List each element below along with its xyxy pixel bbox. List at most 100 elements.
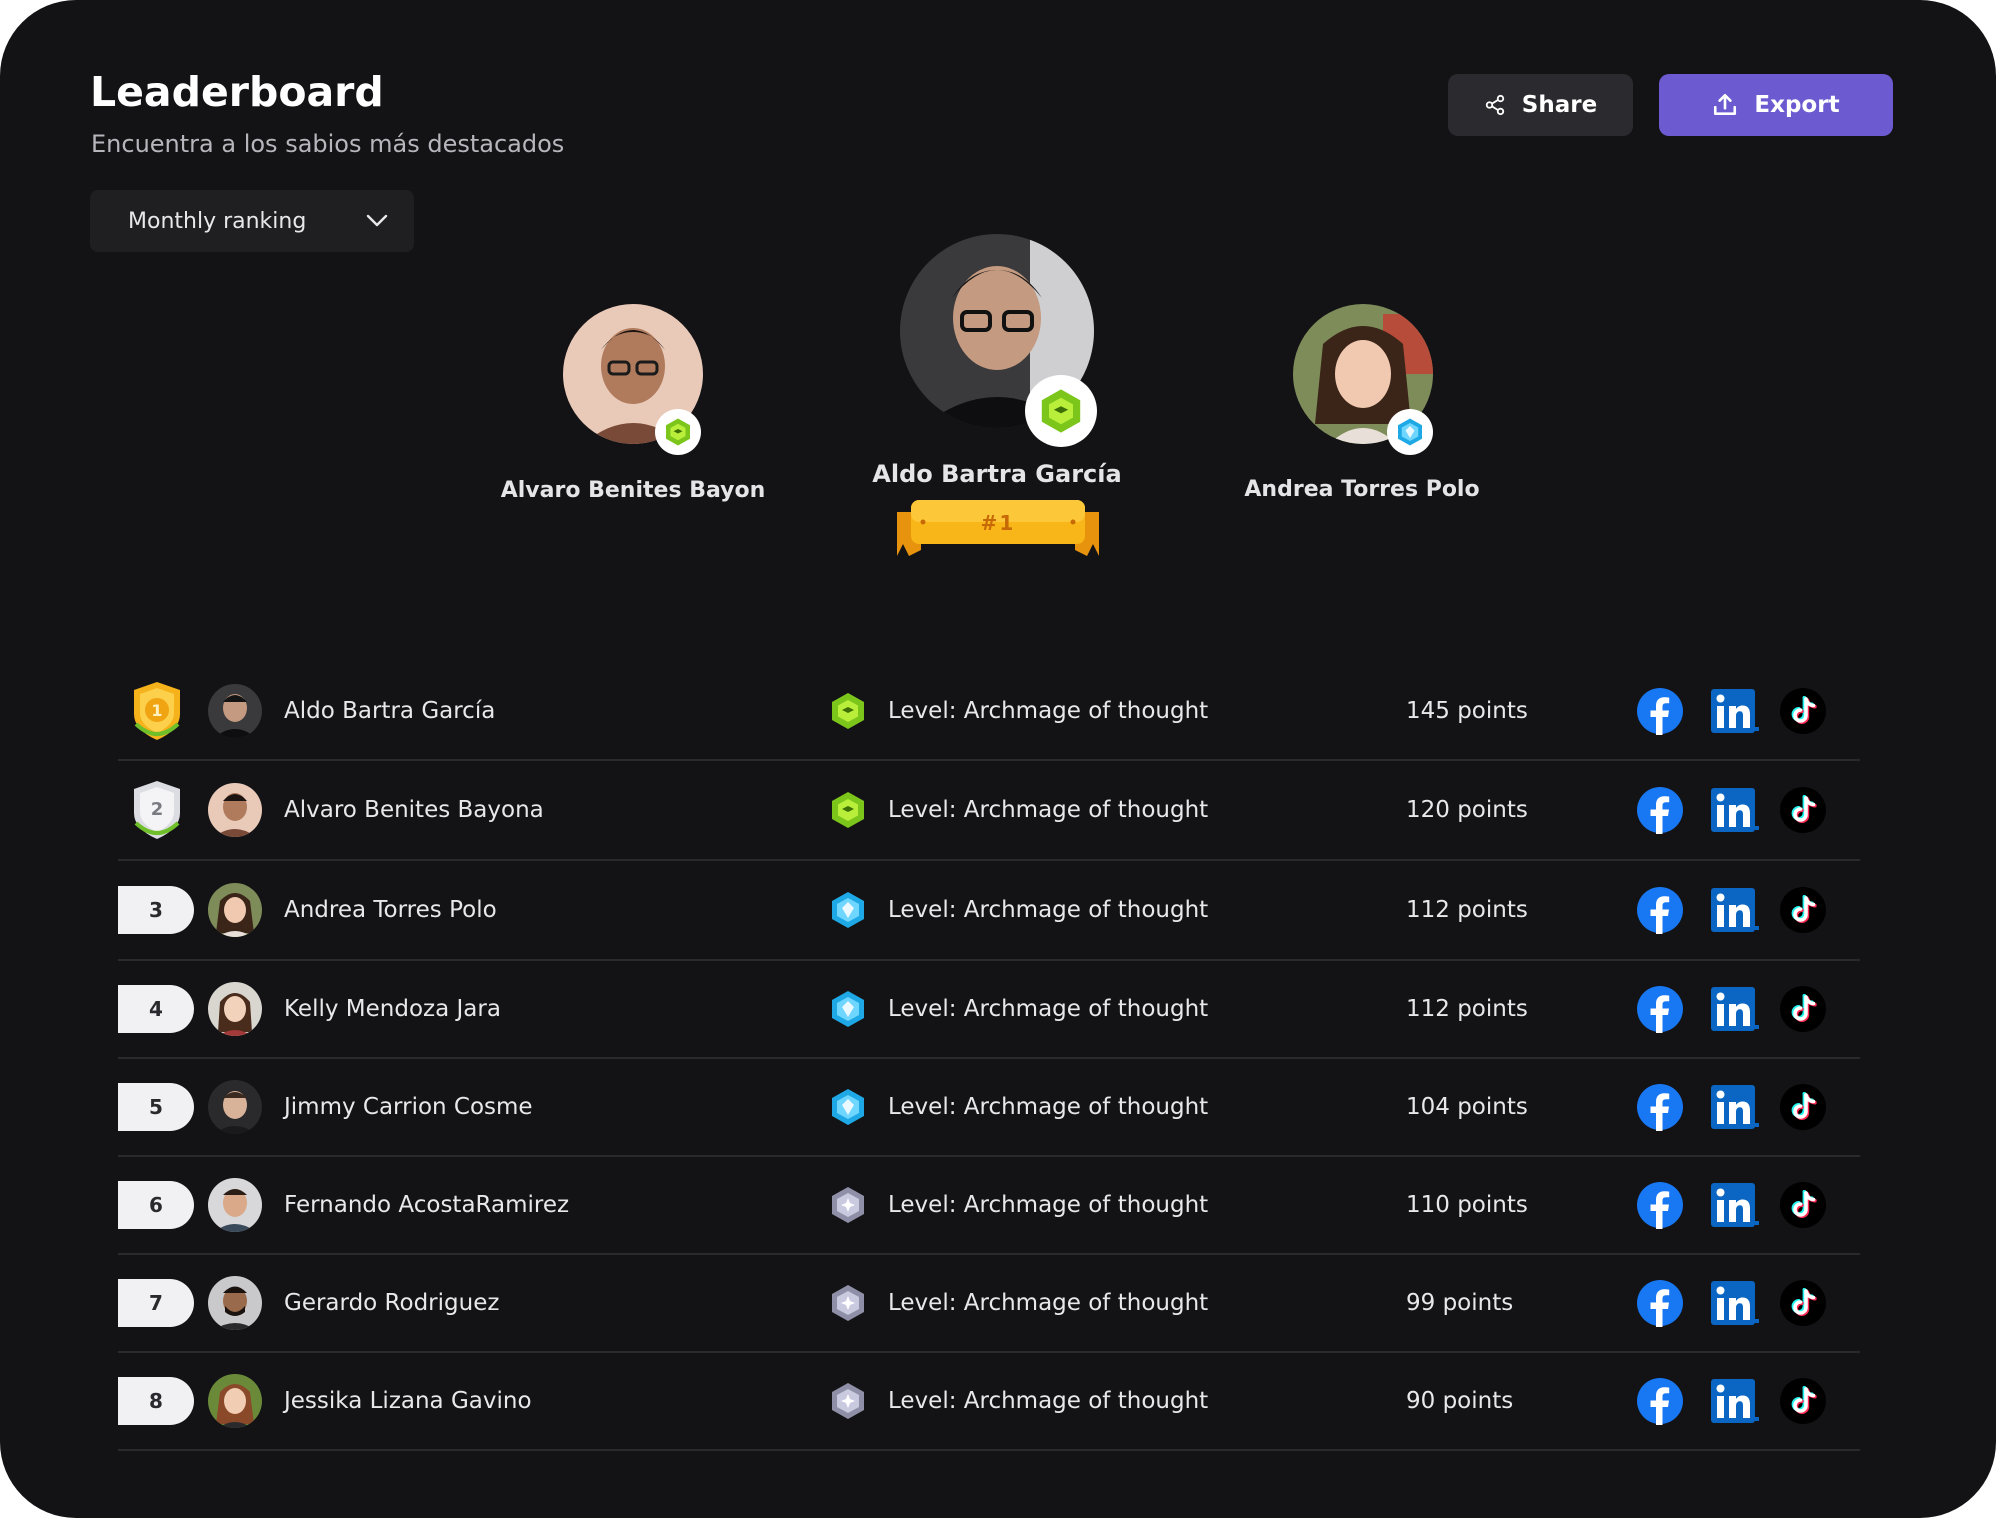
member-level: Level: Archmage of thought: [888, 1290, 1209, 1316]
blue-diamond-icon: [828, 989, 868, 1029]
export-button[interactable]: Export: [1659, 74, 1893, 136]
ranking-period-select[interactable]: Monthly ranking: [90, 190, 414, 252]
member-level: Level: Archmage of thought: [888, 1192, 1209, 1218]
member-points: 112 points: [1406, 897, 1528, 923]
share-icon: [1484, 94, 1506, 116]
tiktok-icon[interactable]: [1779, 786, 1827, 834]
member-points: 99 points: [1406, 1290, 1514, 1316]
table-row[interactable]: 8 Jessika Lizana Gavino Level: Archmage …: [118, 1353, 1860, 1451]
rank-badge: 6: [118, 1181, 194, 1229]
leaderboard-panel: Leaderboard Encuentra a los sabios más d…: [0, 0, 1996, 1518]
avatar[interactable]: [208, 1080, 262, 1134]
member-level: Level: Archmage of thought: [888, 1388, 1209, 1414]
linkedin-icon[interactable]: [1709, 687, 1761, 735]
linkedin-icon[interactable]: [1709, 985, 1761, 1033]
table-row[interactable]: 1 Aldo Bartra García Level: Archmage of …: [118, 663, 1860, 761]
gold-shield-rank-badge: 1: [130, 680, 184, 742]
ranking-period-value: Monthly ranking: [128, 208, 307, 234]
silver-gem-icon: [828, 1381, 868, 1421]
export-label: Export: [1754, 92, 1840, 118]
upload-icon: [1712, 92, 1738, 118]
member-points: 90 points: [1406, 1388, 1514, 1414]
member-name[interactable]: Gerardo Rodriguez: [284, 1290, 499, 1316]
avatar[interactable]: [208, 883, 262, 937]
avatar[interactable]: [208, 982, 262, 1036]
avatar[interactable]: [208, 783, 262, 837]
member-name[interactable]: Andrea Torres Polo: [284, 897, 497, 923]
blue-diamond-icon: [828, 890, 868, 930]
linkedin-icon[interactable]: [1709, 786, 1761, 834]
first-place-badge-text: #1: [980, 511, 1016, 535]
chevron-down-icon: [366, 209, 388, 234]
member-points: 104 points: [1406, 1094, 1528, 1120]
page-title: Leaderboard: [90, 68, 384, 116]
member-points: 145 points: [1406, 698, 1528, 724]
facebook-icon[interactable]: [1636, 786, 1684, 834]
avatar[interactable]: [208, 1178, 262, 1232]
member-name[interactable]: Jimmy Carrion Cosme: [284, 1094, 533, 1120]
tiktok-icon[interactable]: [1779, 1181, 1827, 1229]
member-points: 110 points: [1406, 1192, 1528, 1218]
member-name[interactable]: Jessika Lizana Gavino: [284, 1388, 532, 1414]
facebook-icon[interactable]: [1636, 1279, 1684, 1327]
avatar[interactable]: [208, 1276, 262, 1330]
rank-badge: 3: [118, 886, 194, 934]
tiktok-icon[interactable]: [1779, 1279, 1827, 1327]
facebook-icon[interactable]: [1636, 1181, 1684, 1229]
share-button[interactable]: Share: [1448, 74, 1633, 136]
podium-first-name: Aldo Bartra García: [872, 460, 1122, 488]
linkedin-icon[interactable]: [1709, 1279, 1761, 1327]
tiktok-icon[interactable]: [1779, 1377, 1827, 1425]
member-level: Level: Archmage of thought: [888, 797, 1209, 823]
avatar[interactable]: [208, 1374, 262, 1428]
podium-second-name: Alvaro Benites Bayon: [500, 478, 766, 503]
table-row[interactable]: 5 Jimmy Carrion Cosme Level: Archmage of…: [118, 1059, 1860, 1157]
green-hexagon-icon: [828, 691, 868, 731]
member-points: 112 points: [1406, 996, 1528, 1022]
table-row[interactable]: 7 Gerardo Rodriguez Level: Archmage of t…: [118, 1255, 1860, 1353]
member-name[interactable]: Aldo Bartra García: [284, 698, 495, 724]
tiktok-icon[interactable]: [1779, 985, 1827, 1033]
share-label: Share: [1521, 92, 1598, 118]
podium-first-level-badge: [1025, 375, 1097, 447]
silver-shield-rank-badge: 2: [130, 779, 184, 841]
facebook-icon[interactable]: [1636, 886, 1684, 934]
member-level: Level: Archmage of thought: [888, 897, 1209, 923]
table-row[interactable]: 4 Kelly Mendoza Jara Level: Archmage of …: [118, 961, 1860, 1059]
linkedin-icon[interactable]: [1709, 1377, 1761, 1425]
podium-second-level-badge: [655, 409, 701, 455]
member-name[interactable]: Alvaro Benites Bayona: [284, 797, 544, 823]
avatar[interactable]: [208, 684, 262, 738]
table-row[interactable]: 2 Alvaro Benites Bayona Level: Archmage …: [118, 761, 1860, 861]
member-points: 120 points: [1406, 797, 1528, 823]
tiktok-icon[interactable]: [1779, 886, 1827, 934]
rank-number: 2: [151, 799, 164, 820]
rank-badge: 5: [118, 1083, 194, 1131]
facebook-icon[interactable]: [1636, 687, 1684, 735]
first-place-ribbon: #1: [893, 500, 1103, 560]
linkedin-icon[interactable]: [1709, 1181, 1761, 1229]
member-level: Level: Archmage of thought: [888, 1094, 1209, 1120]
linkedin-icon[interactable]: [1709, 1083, 1761, 1131]
blue-diamond-icon: [828, 1087, 868, 1127]
rank-badge: 7: [118, 1279, 194, 1327]
member-level: Level: Archmage of thought: [888, 698, 1209, 724]
member-name[interactable]: Kelly Mendoza Jara: [284, 996, 501, 1022]
page-subtitle: Encuentra a los sabios más destacados: [91, 130, 565, 158]
table-row[interactable]: 6 Fernando AcostaRamirez Level: Archmage…: [118, 1157, 1860, 1255]
rank-badge: 4: [118, 985, 194, 1033]
tiktok-icon[interactable]: [1779, 1083, 1827, 1131]
member-name[interactable]: Fernando AcostaRamirez: [284, 1192, 569, 1218]
facebook-icon[interactable]: [1636, 1377, 1684, 1425]
facebook-icon[interactable]: [1636, 1083, 1684, 1131]
table-row[interactable]: 3 Andrea Torres Polo Level: Archmage of …: [118, 861, 1860, 961]
tiktok-icon[interactable]: [1779, 687, 1827, 735]
ranking-list: 1 Aldo Bartra García Level: Archmage of …: [118, 663, 1860, 1451]
linkedin-icon[interactable]: [1709, 886, 1761, 934]
silver-gem-icon: [828, 1283, 868, 1323]
podium-third-name: Andrea Torres Polo: [1244, 477, 1480, 502]
rank-badge: 8: [118, 1377, 194, 1425]
rank-number: 1: [151, 701, 162, 720]
member-level: Level: Archmage of thought: [888, 996, 1209, 1022]
facebook-icon[interactable]: [1636, 985, 1684, 1033]
